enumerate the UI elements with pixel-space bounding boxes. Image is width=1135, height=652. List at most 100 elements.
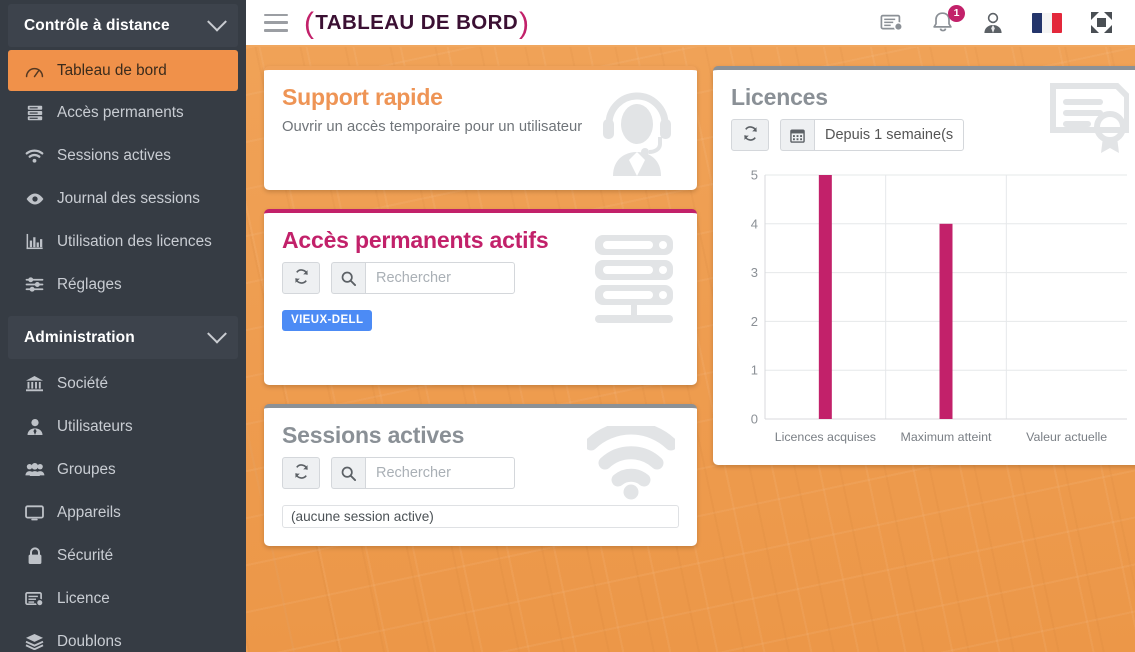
server-icon xyxy=(24,103,45,123)
top-bar: ( TABLEAU DE BORD ) 1 xyxy=(246,0,1135,47)
sidebar-item-tableau-de-bord[interactable]: Tableau de bord xyxy=(8,50,238,91)
sidebar-group-label: Contrôle à distance xyxy=(24,16,170,34)
sidebar-item-label: Appareils xyxy=(57,503,121,521)
card-title: Licences xyxy=(731,84,828,110)
notification-badge: 1 xyxy=(948,5,965,22)
y-tick-label: 0 xyxy=(751,412,758,427)
app-root: Contrôle à distance Tableau de bord Accè… xyxy=(0,0,1135,652)
card-acces-permanents-actifs: Accès permanents actifs Rechercher VIEUX… xyxy=(264,209,697,385)
page-title: ( TABLEAU DE BORD ) xyxy=(304,6,530,40)
x-axis-label: Maximum atteint xyxy=(901,430,992,444)
y-tick-label: 4 xyxy=(751,216,758,231)
license-doc-icon[interactable] xyxy=(880,13,904,33)
fullscreen-icon[interactable] xyxy=(1090,11,1113,34)
sidebar-item-utilisation-des-licences[interactable]: Utilisation des licences xyxy=(0,220,246,263)
x-axis-label: Licences acquises xyxy=(775,430,876,444)
sidebar-item-acces-permanents[interactable]: Accès permanents xyxy=(0,91,246,134)
wifi-icon xyxy=(24,146,45,166)
refresh-button[interactable] xyxy=(282,262,320,294)
card-licences: Licences Depuis 1 semaine(s) 0 1 2 3 4 5… xyxy=(713,66,1135,465)
y-tick-label: 2 xyxy=(751,314,758,329)
sidebar-group-remote-control[interactable]: Contrôle à distance xyxy=(8,4,238,47)
chevron-down-icon xyxy=(207,11,227,32)
layers-icon xyxy=(24,632,45,652)
sidebar-item-label: Journal des sessions xyxy=(57,189,200,207)
sidebar-item-journal-des-sessions[interactable]: Journal des sessions xyxy=(0,177,246,220)
license-icon xyxy=(24,589,45,609)
bell-icon[interactable]: 1 xyxy=(932,5,965,34)
y-tick-label: 3 xyxy=(751,265,758,280)
top-bar-actions: 1 xyxy=(880,5,1119,34)
sidebar: Contrôle à distance Tableau de bord Accè… xyxy=(0,0,246,652)
sidebar-item-securite[interactable]: Sécurité xyxy=(0,534,246,577)
x-axis-label: Valeur actuelle xyxy=(1026,430,1107,444)
sidebar-item-reglages[interactable]: Réglages xyxy=(0,263,246,306)
eye-icon xyxy=(24,189,45,209)
period-input[interactable] xyxy=(814,119,964,151)
y-tick-label: 5 xyxy=(751,168,758,183)
page-title-text: TABLEAU DE BORD xyxy=(315,10,519,34)
sidebar-group-administration[interactable]: Administration xyxy=(8,316,238,359)
toolbar xyxy=(731,119,1131,151)
access-tag-vieux-dell[interactable]: VIEUX-DELL xyxy=(282,310,373,331)
chart-svg: 0 1 2 3 4 5 Licences acquises Maximum atteint Va… xyxy=(751,168,1127,444)
sidebar-item-label: Utilisation des licences xyxy=(57,232,212,250)
sidebar-item-label: Utilisateurs xyxy=(57,417,133,435)
sidebar-item-label: Groupes xyxy=(57,460,116,478)
bank-icon xyxy=(24,374,45,394)
left-column: Support rapide Ouvrir un accès temporair… xyxy=(264,66,697,546)
card-subtitle: Ouvrir un accès temporaire pour un utili… xyxy=(282,119,583,135)
licences-chart: 0 1 2 3 4 5 Licences acquises Maximum atteint Va… xyxy=(731,165,1131,455)
sidebar-group-label: Administration xyxy=(24,328,135,346)
sidebar-item-groupes[interactable]: Groupes xyxy=(0,448,246,491)
hamburger-icon[interactable] xyxy=(264,13,288,32)
search-input[interactable] xyxy=(365,262,515,294)
sidebar-item-label: Accès permanents xyxy=(57,103,184,121)
sidebar-item-licence[interactable]: Licence xyxy=(0,577,246,620)
refresh-icon xyxy=(742,125,759,145)
sidebar-item-sessions-actives[interactable]: Sessions actives xyxy=(0,134,246,177)
card-support-rapide[interactable]: Support rapide Ouvrir un accès temporair… xyxy=(264,66,697,190)
y-tick-label: 1 xyxy=(751,363,758,378)
card-title: Accès permanents actifs xyxy=(282,227,549,253)
bar-chart-icon xyxy=(24,232,45,252)
sidebar-item-label: Réglages xyxy=(57,275,122,293)
search-group xyxy=(331,457,515,489)
gauge-icon xyxy=(24,61,45,81)
sidebar-item-label: Société xyxy=(57,374,109,392)
right-column: Licences Depuis 1 semaine(s) 0 1 2 3 4 5… xyxy=(713,66,1135,465)
refresh-button[interactable] xyxy=(282,457,320,489)
sidebar-item-label: Sessions actives xyxy=(57,146,171,164)
main-area: ( TABLEAU DE BORD ) 1 Support rapide Ouv… xyxy=(246,0,1135,652)
chart-bar[interactable] xyxy=(818,175,832,419)
card-title: Sessions actives xyxy=(282,422,465,448)
refresh-icon xyxy=(293,463,310,483)
sidebar-item-utilisateurs[interactable]: Utilisateurs xyxy=(0,405,246,448)
calendar-icon xyxy=(780,119,814,151)
sidebar-item-label: Doublons xyxy=(57,632,122,650)
period-group xyxy=(780,119,964,151)
toolbar xyxy=(282,457,679,489)
empty-sessions-message: (aucune session active) xyxy=(282,505,679,528)
dashboard-content: Support rapide Ouvrir un accès temporair… xyxy=(246,47,1135,652)
sidebar-item-appareils[interactable]: Appareils xyxy=(0,491,246,534)
user-avatar-icon[interactable] xyxy=(982,12,1004,34)
sidebar-item-doublons[interactable]: Doublons xyxy=(0,620,246,652)
sidebar-item-label: Tableau de bord xyxy=(57,61,167,79)
sidebar-item-societe[interactable]: Société xyxy=(0,362,246,405)
search-icon xyxy=(331,457,365,489)
chevron-down-icon xyxy=(207,323,227,344)
search-icon xyxy=(331,262,365,294)
chart-bar[interactable] xyxy=(939,223,953,419)
search-group xyxy=(331,262,515,294)
refresh-button[interactable] xyxy=(731,119,769,151)
search-input[interactable] xyxy=(365,457,515,489)
card-sessions-actives: Sessions actives Rechercher (aucune sess… xyxy=(264,404,697,546)
sliders-icon xyxy=(24,275,45,295)
lock-icon xyxy=(24,546,45,566)
monitor-icon xyxy=(24,503,45,523)
french-flag-icon[interactable] xyxy=(1032,12,1062,33)
user-tie-icon xyxy=(24,417,45,437)
refresh-icon xyxy=(293,268,310,288)
sidebar-item-label: Sécurité xyxy=(57,546,114,564)
